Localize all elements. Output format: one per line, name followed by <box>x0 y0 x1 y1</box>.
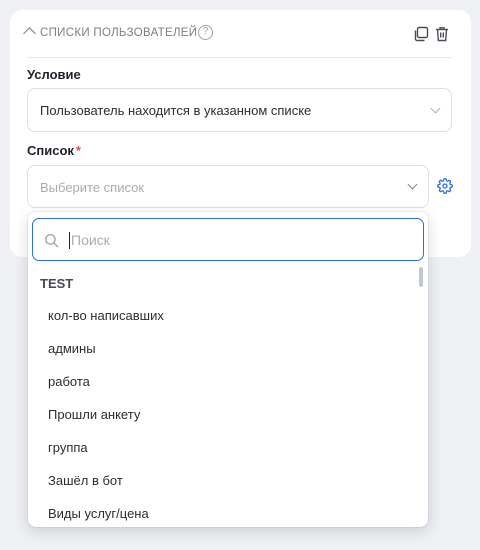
required-mark: * <box>75 143 81 158</box>
list-option[interactable]: группа <box>28 431 418 464</box>
section-header[interactable]: СПИСКИ ПОЛЬЗОВАТЕЛЕЙ ? <box>10 10 471 58</box>
header-divider <box>27 57 452 58</box>
list-option[interactable]: Виды услуг/цена <box>28 497 418 527</box>
group-label: TEST <box>40 276 74 291</box>
search-field[interactable] <box>32 218 424 261</box>
chevron-down-icon <box>430 103 441 114</box>
chevron-down-icon <box>407 179 418 190</box>
list-option[interactable]: работа <box>28 365 418 398</box>
chevron-up-icon[interactable] <box>23 27 36 40</box>
list-option[interactable]: Прошли анкету <box>28 398 418 431</box>
section-title: СПИСКИ ПОЛЬЗОВАТЕЛЕЙ <box>40 27 198 39</box>
gear-icon[interactable] <box>437 178 453 194</box>
condition-select[interactable]: Пользователь находится в указанном списк… <box>27 88 452 132</box>
condition-label: Условие <box>27 67 81 82</box>
help-icon[interactable]: ? <box>198 25 213 40</box>
list-option[interactable]: Зашёл в бот <box>28 464 418 497</box>
list-select[interactable]: Выберите список <box>27 165 429 208</box>
list-select-placeholder: Выберите список <box>40 180 145 195</box>
text-caret <box>69 232 70 249</box>
list-dropdown: TEST кол-во написавших админы работа Про… <box>28 212 428 527</box>
search-icon <box>44 233 59 248</box>
search-input[interactable] <box>71 227 411 253</box>
list-label: Список * <box>27 143 81 158</box>
copy-icon[interactable] <box>413 26 429 42</box>
list-label-text: Список <box>27 143 74 158</box>
list-option[interactable]: админы <box>28 332 418 365</box>
condition-value: Пользователь находится в указанном списк… <box>40 103 312 118</box>
list-option[interactable]: кол-во написавших <box>28 299 418 332</box>
dropdown-scrollbar[interactable] <box>419 267 423 287</box>
trash-icon[interactable] <box>435 26 449 42</box>
